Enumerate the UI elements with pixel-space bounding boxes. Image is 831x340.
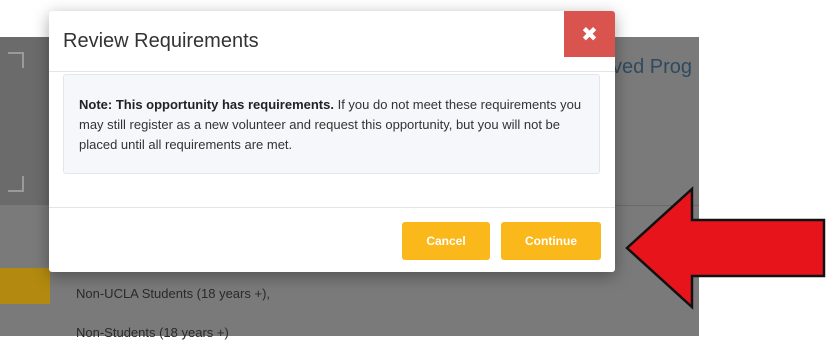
review-requirements-modal: Review Requirements ✖ Note: This opportu… <box>49 11 615 272</box>
background-heading: ved Prog <box>612 56 693 78</box>
background-list-item: Non-UCLA Students (18 years +), <box>76 286 271 301</box>
requirements-note: Note: This opportunity has requirements.… <box>63 74 600 174</box>
cancel-button[interactable]: Cancel <box>402 222 490 260</box>
red-arrow-icon <box>625 186 826 310</box>
note-bold-text: Note: This opportunity has requirements. <box>79 97 334 112</box>
corner-bracket-icon <box>8 52 24 68</box>
background-yellow-tab <box>0 268 50 304</box>
corner-bracket-icon <box>8 176 24 192</box>
modal-title: Review Requirements <box>63 30 259 52</box>
background-list-item: Non-Students (18 years +) <box>76 325 229 340</box>
continue-button[interactable]: Continue <box>501 222 601 260</box>
note-text: Note: This opportunity has requirements.… <box>79 95 589 155</box>
modal-header: Review Requirements ✖ <box>49 11 615 71</box>
close-icon: ✖ <box>581 22 598 46</box>
header-divider <box>49 71 615 72</box>
close-button[interactable]: ✖ <box>564 11 615 57</box>
footer-divider <box>49 207 615 208</box>
